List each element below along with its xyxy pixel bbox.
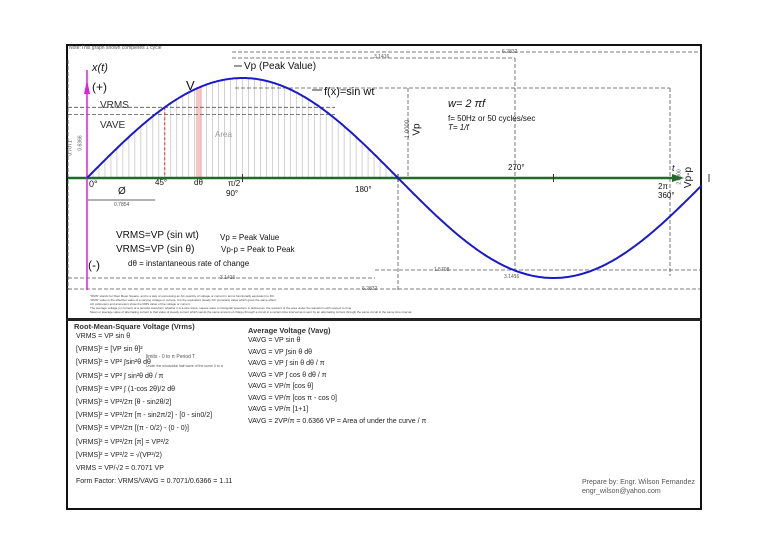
rms-line: [VRMS]² = VP²/2 = √(VP²/2): [76, 451, 162, 459]
vp-peak-label: Vp (Peak Value): [244, 61, 317, 72]
credit-author: Prepare by: Engr. Wilson Fernandez: [582, 479, 695, 486]
dim-07854: 0.7854: [114, 202, 130, 208]
sine-wave-diagram: [67, 51, 710, 290]
deg270-label: 270°: [508, 163, 525, 172]
fx-label: f(x)=sin wt: [324, 86, 375, 98]
dim-62832-top: 6.2832: [502, 49, 518, 55]
frequency-formula: f= 50Hz or 50 cycles/sec: [448, 114, 536, 123]
rms-line: VRMS = VP/√2 = 0.7071 VP: [76, 465, 164, 472]
rms-line: [VRMS]² = VP² ∫ sin²θ dθ / π: [76, 372, 164, 380]
area-label: Area: [215, 130, 232, 139]
deg90-label: 90°: [226, 189, 239, 198]
dim-06366: 0.6366: [77, 135, 84, 151]
credit-email: engr_wilson@yahoo.com: [582, 488, 661, 495]
minus-label: (-): [88, 258, 100, 272]
v-label: V: [186, 78, 195, 93]
twopi-label: 2π: [658, 182, 668, 191]
pi2-label: π/2: [228, 179, 241, 188]
dim-62832-bottom: 6.2832: [362, 286, 378, 292]
vp-definition: Vp = Peak Value: [220, 233, 280, 242]
period-formula: T= 1/f: [448, 123, 469, 132]
rms-line: [VRMS]² = VP²/2π [(π - 0/2) - (0 - 0)]: [76, 425, 189, 433]
phi-label: Ø: [118, 186, 126, 197]
rms-limits: limits - 0 to π Period T: [146, 354, 196, 360]
omega-formula: w= 2 πf: [448, 98, 486, 110]
footnote-5: Mean or average value of alternating cur…: [90, 310, 413, 314]
deg360-label: 360°: [658, 191, 675, 200]
dim-15708: 1.5708: [434, 267, 450, 273]
dim-20000: 2.0000: [676, 169, 683, 185]
deg0-label: 0°: [89, 179, 98, 189]
dtheta-label: dθ: [194, 178, 203, 187]
note: Note:This graph shown completes 1 cycle: [69, 45, 162, 51]
deg45-label: 45°: [155, 178, 168, 187]
avg-line: VAVG = VP ∫ sin θ dθ / π: [248, 360, 325, 367]
dim-31416-top: 3.1416: [374, 54, 390, 60]
dim-31416-bottom: 3.1416: [220, 275, 236, 281]
avg-line: VAVG = VP ∫ cos θ dθ / π: [248, 371, 327, 379]
dtheta-definition: dθ = instantaneous rate of change: [128, 259, 250, 268]
avg-line: VAVG = VP sin θ: [248, 337, 301, 344]
rms-line: [VRMS]² = VP² ∫ (1-cos 2θ)/2 dθ: [76, 385, 175, 393]
vrms-label: VRMS: [100, 100, 129, 111]
y-axis-arrow-icon: [84, 80, 90, 94]
rms-under: Under the sinusoidal half wave of the cu…: [146, 364, 224, 368]
dtheta-strip: [195, 87, 202, 178]
rms-eq-2: VRMS=VP (sin θ): [116, 244, 195, 255]
t-label: t: [672, 163, 675, 173]
vpp-vertical-label: Vp-p: [683, 166, 695, 189]
vp-vertical-label: Vp: [411, 123, 423, 136]
xt-label: x(t): [92, 62, 108, 74]
deg180-label: 180°: [355, 185, 372, 194]
rms-line: VRMS = VP sin θ: [76, 333, 131, 340]
rms-line: [VRMS]² = [VP sin θ]²: [76, 346, 143, 354]
avg-line: VAVG = VP/π [cos θ]: [248, 383, 314, 390]
rms-title: Root-Mean-Square Voltage (Vrms): [74, 322, 195, 331]
dim-31416-right: 3.1416: [504, 274, 520, 280]
avg-line: VAVG = VP/π [1+1]: [248, 406, 309, 413]
rms-line: [VRMS]² = VP²/2π [π] = VP²/2: [76, 438, 169, 446]
rms-line: [VRMS]² = VP² ∫sin²θ dθ: [76, 359, 151, 367]
avg-line: VAVG = VP/π [cos π - cos 0]: [248, 394, 337, 402]
rms-eq-1: VRMS=VP (sin wt): [116, 230, 199, 241]
vpp-definition: Vp-p = Peak to Peak: [221, 245, 295, 254]
dim-10000: 1.0000: [405, 119, 412, 139]
avg-title: Average Voltage (Vavg): [248, 326, 331, 335]
avg-line: VAVG = VP ∫sin θ dθ: [248, 348, 312, 356]
vave-label: VAVE: [100, 120, 126, 131]
rms-line: [VRMS]² = VP²/2π [π - sin2π/2] - [0 - si…: [76, 412, 213, 420]
rms-line: [VRMS]² = VP²/2π [θ - sin2θ/2]: [76, 399, 172, 406]
dim-07071: 0.7071: [67, 140, 74, 156]
avg-line: VAVG = 2VP/π = 0.6366 VP = Area of under…: [248, 417, 427, 425]
footnotes: "RMS" stands for Root Mean Square, and i…: [90, 294, 412, 314]
rms-line: Form Factor: VRMS/VAVG = 0.7071/0.6366 =…: [76, 478, 233, 486]
plus-label: (+): [92, 80, 107, 94]
